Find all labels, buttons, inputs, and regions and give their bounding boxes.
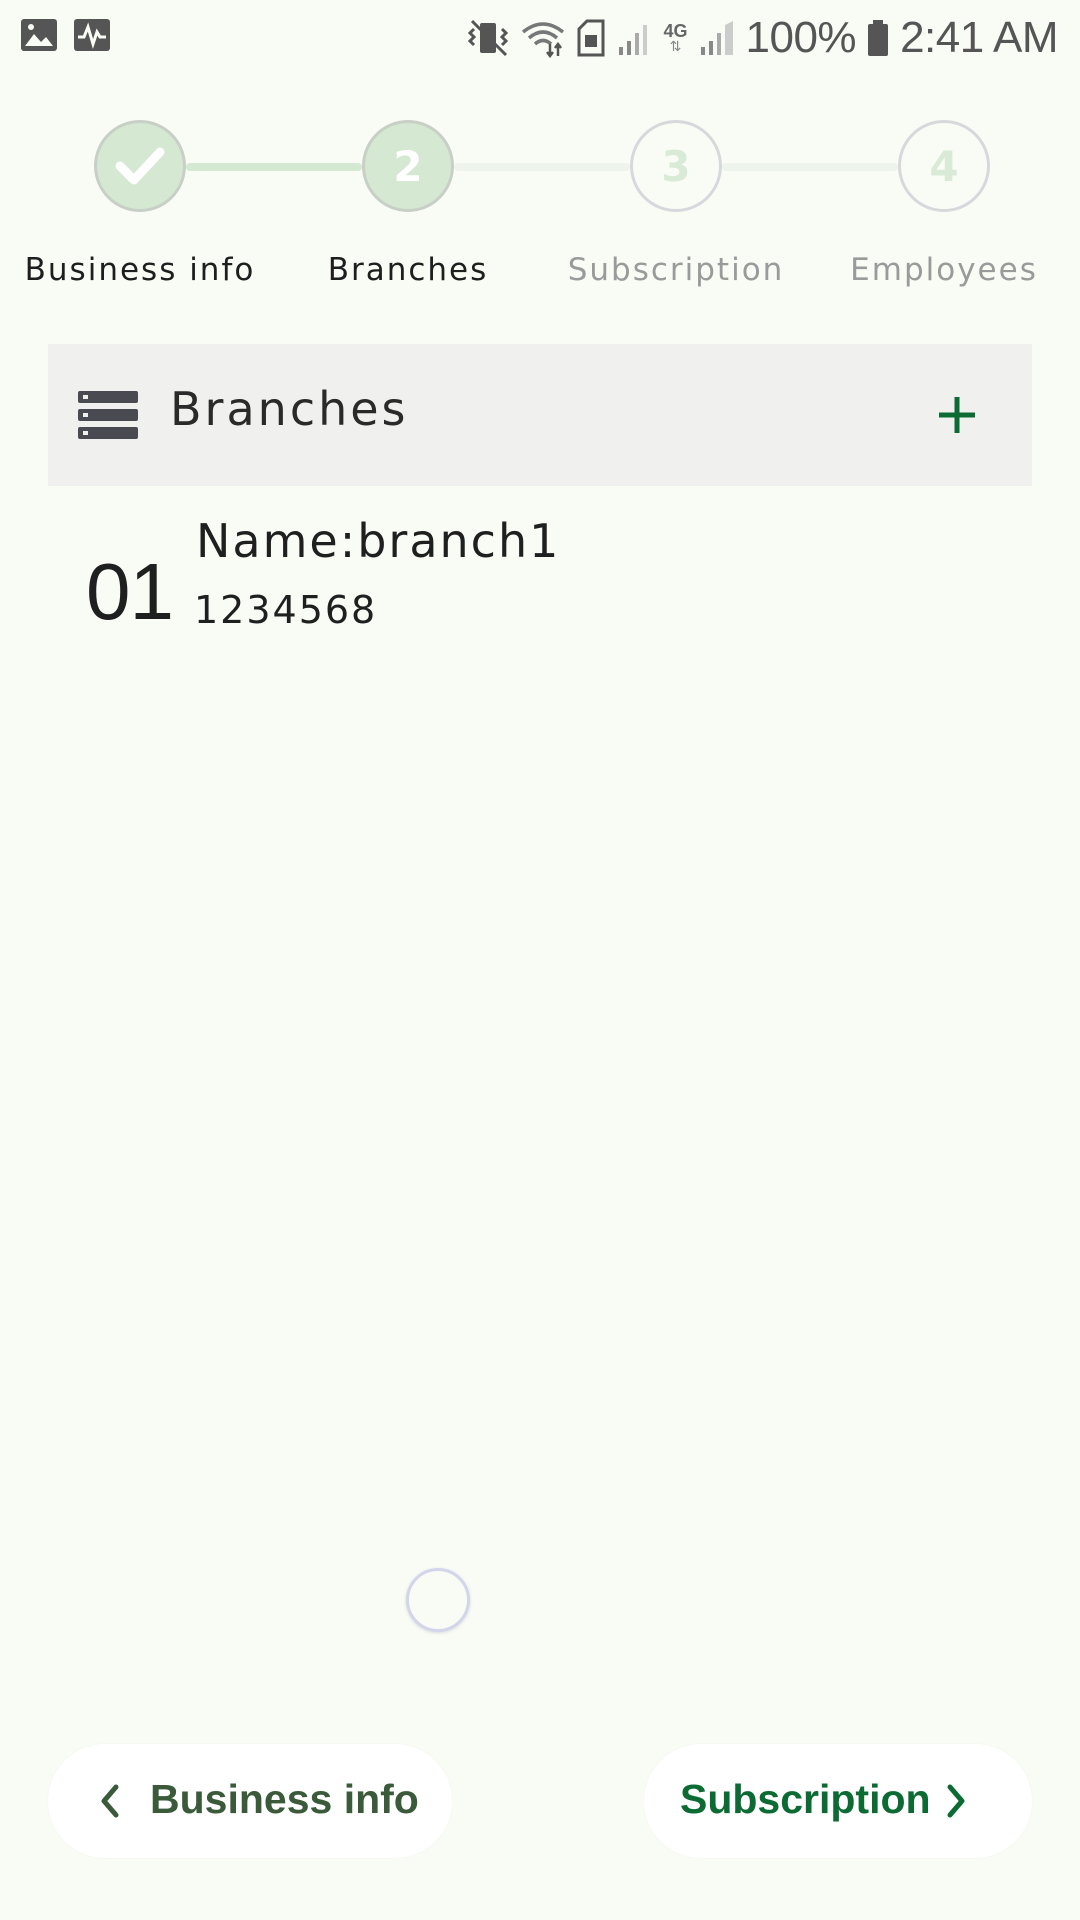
branch-list-item[interactable]: 01 Name:branch1 1234568 <box>48 500 1032 660</box>
wifi-icon <box>521 22 564 58</box>
step-3-label: Subscription <box>567 252 785 288</box>
status-icons: 4G ⇅ 100% 2:41 AM <box>467 0 1058 76</box>
step-connector-2 <box>454 163 630 171</box>
step-4-circle[interactable]: 4 <box>898 120 990 212</box>
next-step-button[interactable]: Subscription <box>644 1744 1032 1858</box>
branch-phone: 1234568 <box>194 588 378 632</box>
step-2-label: Branches <box>327 252 489 288</box>
previous-step-button[interactable]: Business info <box>48 1744 452 1858</box>
step-1-circle[interactable] <box>94 120 186 212</box>
chevron-left-icon <box>101 1784 119 1818</box>
branches-title: Branches <box>170 382 409 436</box>
check-icon <box>115 147 165 185</box>
branch-index: 01 <box>86 547 174 636</box>
status-bar: 4G ⇅ 100% 2:41 AM <box>0 0 1080 76</box>
next-step-label: Subscription <box>680 1776 931 1822</box>
chevron-right-icon <box>947 1784 965 1818</box>
list-icon <box>78 391 138 439</box>
branch-name: Name:branch1 <box>196 514 561 568</box>
step-connector-1 <box>186 163 362 171</box>
add-branch-button[interactable] <box>922 380 992 450</box>
step-2-circle[interactable]: 2 <box>362 120 454 212</box>
branches-header: Branches <box>48 344 1032 486</box>
vibrate-icon <box>467 19 508 57</box>
image-icon <box>21 19 57 51</box>
activity-icon <box>74 19 110 51</box>
loading-spinner <box>406 1568 470 1632</box>
step-3-circle[interactable]: 3 <box>630 120 722 212</box>
progress-stepper: 2 3 4 Business info Branches Subscriptio… <box>0 100 1080 300</box>
signal-icon <box>618 25 647 55</box>
signal-icon-2 <box>700 21 733 55</box>
battery-icon <box>868 20 889 56</box>
network-type: 4G ⇅ <box>663 21 688 55</box>
clock: 2:41 AM <box>900 13 1058 62</box>
sim-icon <box>577 19 604 57</box>
step-1-label: Business info <box>24 252 256 288</box>
step-4-label: Employees <box>850 252 1038 288</box>
plus-icon <box>939 397 975 433</box>
battery-percent: 100% <box>745 13 857 62</box>
step-connector-3 <box>722 163 898 171</box>
previous-step-label: Business info <box>150 1776 419 1822</box>
